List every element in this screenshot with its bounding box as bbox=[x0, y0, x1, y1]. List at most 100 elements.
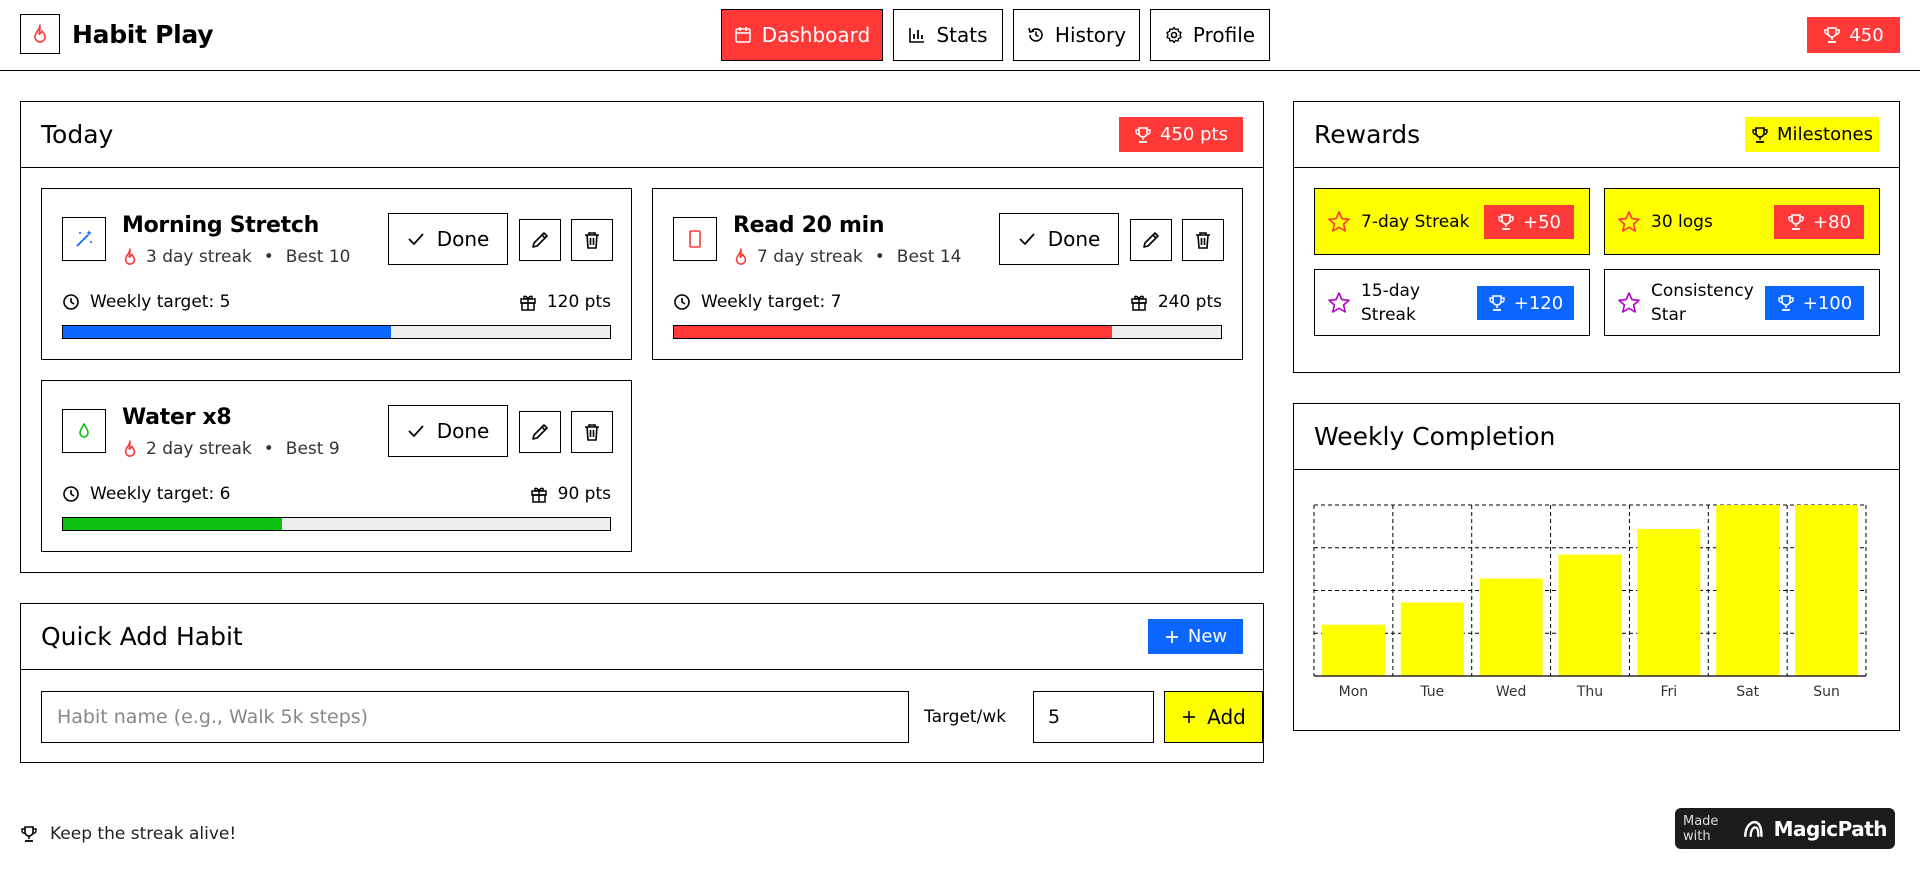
app-title: Habit Play bbox=[72, 19, 214, 49]
reward-item: 30 logs +80 bbox=[1604, 188, 1880, 255]
plus-icon bbox=[1183, 711, 1196, 723]
today-header: Today 450 pts bbox=[21, 102, 1263, 168]
habit-points: 240 pts bbox=[1130, 292, 1222, 312]
weekly-bar-chart: Mon Tue Wed Thu Fri Sat Sun bbox=[1313, 504, 1867, 700]
flame-icon bbox=[735, 248, 747, 265]
done-button[interactable]: Done bbox=[388, 405, 508, 457]
done-label: Done bbox=[436, 419, 490, 443]
done-button[interactable]: Done bbox=[999, 213, 1119, 265]
trash-icon bbox=[585, 424, 599, 441]
reward-points: +100 bbox=[1765, 286, 1864, 320]
tab-history[interactable]: History bbox=[1013, 9, 1140, 61]
tab-profile-label: Profile bbox=[1192, 23, 1256, 47]
quick-add-title: Quick Add Habit bbox=[41, 622, 243, 651]
book-icon bbox=[673, 217, 717, 261]
chart-tick-label: Tue bbox=[1419, 684, 1444, 700]
today-panel: Today 450 pts Morning Stretch 3 day stre… bbox=[20, 101, 1264, 573]
star-icon bbox=[1618, 291, 1640, 313]
brand[interactable]: Habit Play bbox=[20, 14, 214, 54]
made-with-label: Made with bbox=[1683, 813, 1719, 844]
made-with-badge[interactable]: Made with MagicPath bbox=[1675, 808, 1895, 849]
habit-meta: 2 day streak • Best 9 bbox=[122, 439, 340, 459]
separator: • bbox=[263, 439, 274, 459]
done-label: Done bbox=[1047, 227, 1101, 251]
edit-button[interactable] bbox=[519, 219, 561, 261]
gift-icon bbox=[530, 487, 547, 503]
trophy-icon bbox=[1752, 126, 1768, 143]
chart-bar-fri bbox=[1637, 528, 1701, 676]
tab-history-label: History bbox=[1054, 23, 1127, 47]
habit-card: Read 20 min 7 day streak • Best 14 Done … bbox=[652, 188, 1243, 360]
chart-bar-thu bbox=[1558, 554, 1622, 676]
trophy-icon bbox=[1498, 214, 1514, 230]
chart-tick-label: Sat bbox=[1736, 684, 1759, 700]
chart-bar-wed bbox=[1479, 578, 1543, 676]
milestones-label: Milestones bbox=[1777, 124, 1873, 145]
habit-target-label: Weekly target: 5 bbox=[90, 292, 231, 312]
chart-bar-tue bbox=[1400, 602, 1464, 676]
edit-button[interactable] bbox=[1130, 219, 1172, 261]
reward-points: +120 bbox=[1477, 286, 1574, 320]
reward-item: Consistency Star +100 bbox=[1604, 269, 1880, 336]
edit-button[interactable] bbox=[519, 411, 561, 453]
habit-points: 120 pts bbox=[519, 292, 611, 312]
progress-bar bbox=[673, 325, 1222, 339]
bar-chart-icon bbox=[909, 28, 925, 43]
habit-best: Best 10 bbox=[285, 247, 351, 267]
habit-target-label: Weekly target: 7 bbox=[701, 292, 842, 312]
star-icon bbox=[1328, 210, 1350, 232]
delete-button[interactable] bbox=[1182, 219, 1224, 261]
trash-icon bbox=[585, 232, 599, 249]
milestones-button[interactable]: Milestones bbox=[1745, 117, 1879, 152]
tab-stats-label: Stats bbox=[936, 23, 988, 47]
history-icon bbox=[1028, 27, 1043, 42]
trophy-icon bbox=[21, 826, 37, 842]
progress-bar bbox=[62, 517, 611, 531]
today-title: Today bbox=[41, 120, 114, 149]
rewards-panel: Rewards Milestones 7-day Streak +50 30 l… bbox=[1293, 101, 1900, 373]
new-button[interactable]: New bbox=[1148, 619, 1243, 654]
points-value: 450 bbox=[1849, 24, 1884, 46]
trophy-icon bbox=[1824, 27, 1841, 43]
add-button[interactable]: Add bbox=[1164, 691, 1263, 743]
pencil-icon bbox=[532, 232, 548, 248]
chart-tick-label: Thu bbox=[1576, 684, 1603, 700]
new-button-label: New bbox=[1187, 626, 1228, 647]
progress-fill bbox=[63, 326, 392, 338]
habit-name: Water x8 bbox=[122, 405, 232, 430]
done-label: Done bbox=[436, 227, 490, 251]
today-points-badge: 450 pts bbox=[1119, 117, 1243, 152]
reward-points-label: +120 bbox=[1513, 292, 1564, 314]
habit-name: Morning Stretch bbox=[122, 213, 319, 238]
quick-add-header: Quick Add Habit New bbox=[21, 604, 1263, 670]
check-icon bbox=[1019, 233, 1035, 246]
tab-profile[interactable]: Profile bbox=[1150, 9, 1270, 61]
target-input[interactable] bbox=[1033, 691, 1154, 743]
reward-label: 30 logs bbox=[1651, 211, 1713, 232]
habit-target: Weekly target: 7 bbox=[673, 292, 841, 312]
tab-dashboard[interactable]: Dashboard bbox=[721, 9, 883, 61]
add-button-label: Add bbox=[1207, 705, 1246, 729]
plus-icon bbox=[1165, 630, 1178, 643]
check-icon bbox=[408, 233, 424, 246]
reward-points-label: +100 bbox=[1802, 292, 1853, 314]
tab-stats[interactable]: Stats bbox=[893, 9, 1003, 61]
done-button[interactable]: Done bbox=[388, 213, 508, 265]
delete-button[interactable] bbox=[571, 411, 613, 453]
chart-bar-sat bbox=[1716, 505, 1780, 676]
quick-add-panel: Quick Add Habit New Target/wk Add bbox=[20, 603, 1264, 763]
progress-fill bbox=[674, 326, 1112, 338]
weekly-completion-panel: Weekly Completion Mon Tue Wed Thu Fri Sat Sun bbox=[1293, 403, 1900, 731]
chart-tick-label: Fri bbox=[1661, 684, 1678, 700]
habit-name-input[interactable] bbox=[41, 691, 909, 743]
clock-icon bbox=[63, 294, 79, 310]
footer: Keep the streak alive! bbox=[20, 824, 236, 844]
habit-streak: 2 day streak bbox=[146, 439, 252, 459]
gear-icon bbox=[1166, 26, 1182, 44]
habit-streak: 3 day streak bbox=[146, 247, 252, 267]
habit-name: Read 20 min bbox=[733, 213, 885, 238]
delete-button[interactable] bbox=[571, 219, 613, 261]
main-nav: Dashboard Stats History Profile bbox=[721, 9, 1280, 61]
chart-tick-label: Wed bbox=[1496, 684, 1527, 700]
habit-target: Weekly target: 6 bbox=[62, 484, 230, 504]
